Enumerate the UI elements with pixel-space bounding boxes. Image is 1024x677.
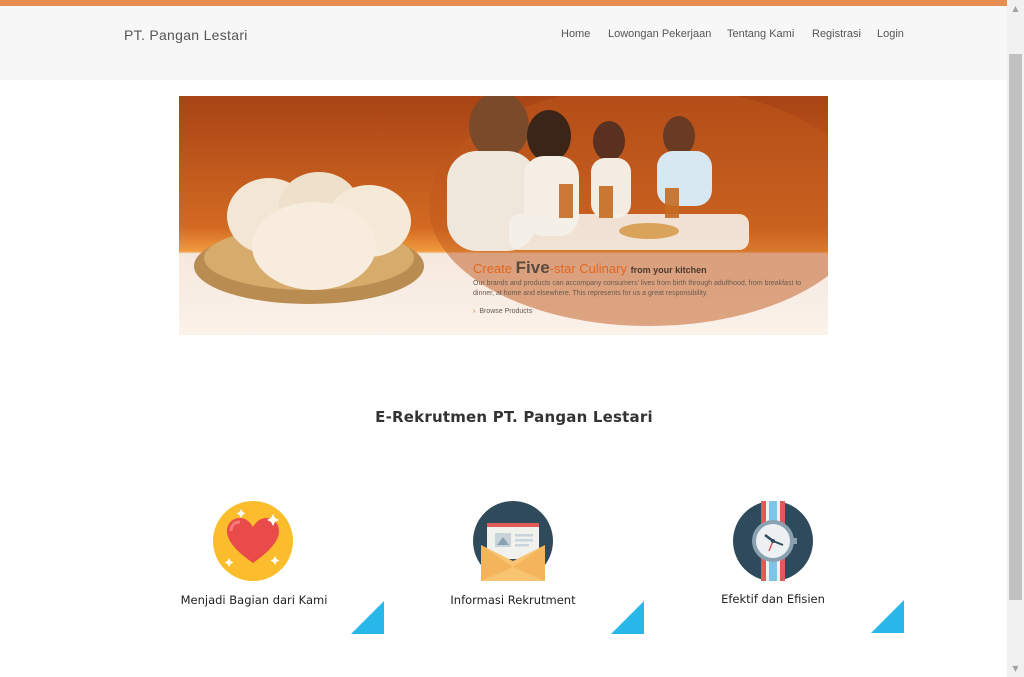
scroll-down-arrow-icon[interactable]: ▼ <box>1007 660 1024 677</box>
nav-tentang-kami[interactable]: Tentang Kami <box>727 28 794 40</box>
brand-name[interactable]: PT. Pangan Lestari <box>124 27 248 43</box>
nav-registrasi[interactable]: Registrasi <box>812 28 861 40</box>
banner-description: Our brands and products can accompany co… <box>473 280 802 297</box>
envelope-icon <box>473 501 553 581</box>
banner-illustration <box>194 96 828 326</box>
nav-login[interactable]: Login <box>877 28 904 40</box>
banner-headline: Create Five-star Culinary from your kitc… <box>473 258 707 277</box>
section-title: E-Rekrutmen PT. Pangan Lestari <box>375 408 653 426</box>
scrollbar-thumb[interactable] <box>1009 54 1022 600</box>
scroll-up-arrow-icon[interactable]: ▲ <box>1007 0 1024 17</box>
corner-triangle-icon <box>611 601 644 634</box>
nav-home[interactable]: Home <box>561 28 590 40</box>
heart-icon <box>213 501 293 581</box>
corner-triangle-icon <box>871 600 904 633</box>
chevron-right-icon: › <box>473 308 476 315</box>
nav-lowongan-pekerjaan[interactable]: Lowongan Pekerjaan <box>608 28 711 40</box>
feature-label-efektif: Efektif dan Efisien <box>721 592 825 606</box>
vertical-scrollbar[interactable]: ▲ ▼ <box>1007 0 1024 677</box>
browse-products-link[interactable]: › Browse Products <box>473 308 532 315</box>
corner-triangle-icon <box>351 601 384 634</box>
navbar: PT. Pangan Lestari Home Lowongan Pekerja… <box>0 6 1007 80</box>
watch-icon <box>733 501 813 581</box>
feature-label-informasi: Informasi Rekrutment <box>450 593 576 607</box>
feature-label-bagian: Menjadi Bagian dari Kami <box>180 593 328 607</box>
hero-banner: Create Five-star Culinary from your kitc… <box>179 96 828 335</box>
